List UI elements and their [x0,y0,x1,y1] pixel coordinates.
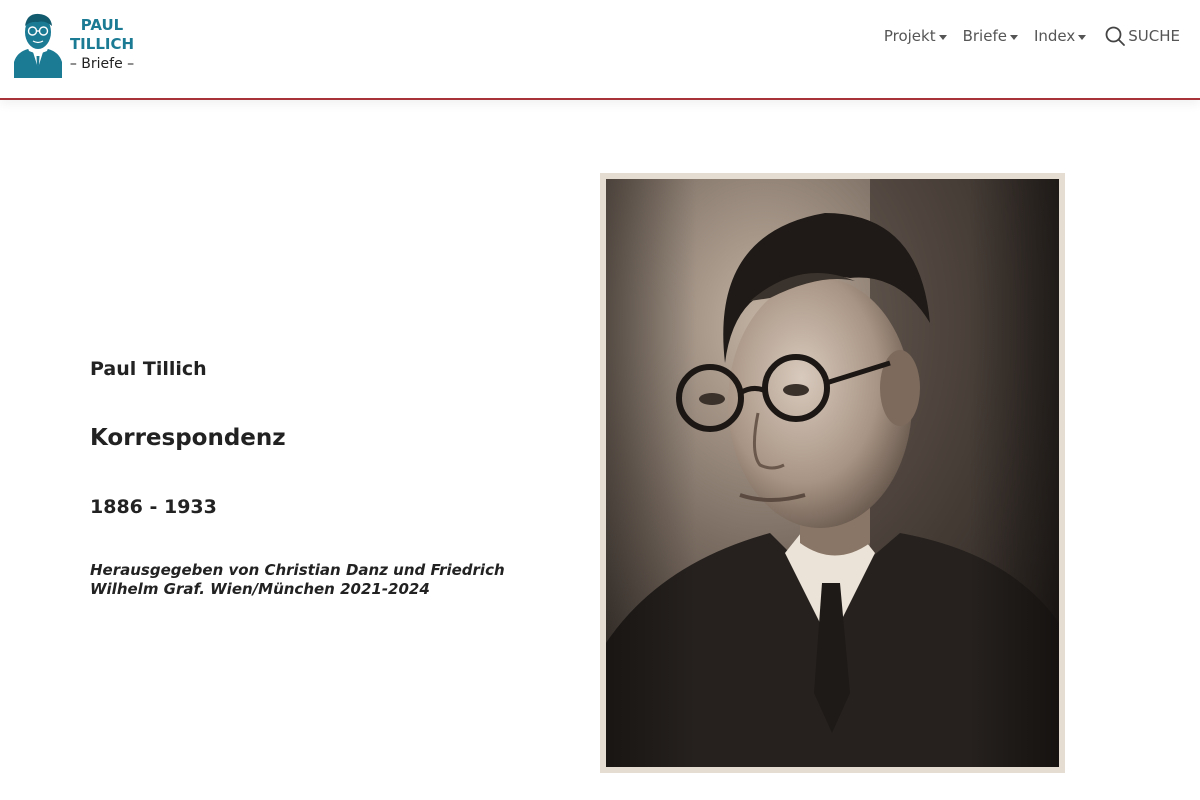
intro-text: Paul Tillich Korrespondenz 1886 - 1933 H… [90,355,510,599]
logo-line-briefe: – Briefe – [69,56,135,72]
search-label: SUCHE [1128,27,1180,45]
page-title: Korrespondenz [90,425,286,451]
nav-item-projekt[interactable]: Projekt [884,27,947,45]
nav-item-label: Index [1033,27,1076,45]
logo-line-tillich: TILLICH [69,35,135,53]
caret-down-icon [938,34,947,40]
nav-item-label: Projekt [883,27,936,45]
logo-line-paul: PAUL [80,16,124,34]
portrait-photo [600,173,1065,773]
nav-item-briefe[interactable]: Briefe [963,27,1018,45]
search-icon [1105,26,1126,46]
site-logo[interactable]: PAUL TILLICH – Briefe – [14,12,139,80]
main-navigation: Projekt Briefe Index SUCHE [868,24,1180,48]
editors-note: Herausgegeben von Christian Danz und Fri… [90,561,505,598]
caret-down-icon [1009,34,1018,40]
caret-down-icon [1078,34,1087,40]
author-name: Paul Tillich [90,358,207,380]
tillich-portrait-logo-icon [14,13,62,78]
search-button[interactable]: SUCHE [1104,25,1180,47]
nav-item-label: Briefe [962,27,1007,45]
date-range: 1886 - 1933 [90,496,217,518]
logo-wordmark: PAUL TILLICH – Briefe – [66,16,138,74]
site-header: PAUL TILLICH – Briefe – Projekt Briefe I… [0,0,1200,100]
nav-item-index[interactable]: Index [1033,27,1087,45]
